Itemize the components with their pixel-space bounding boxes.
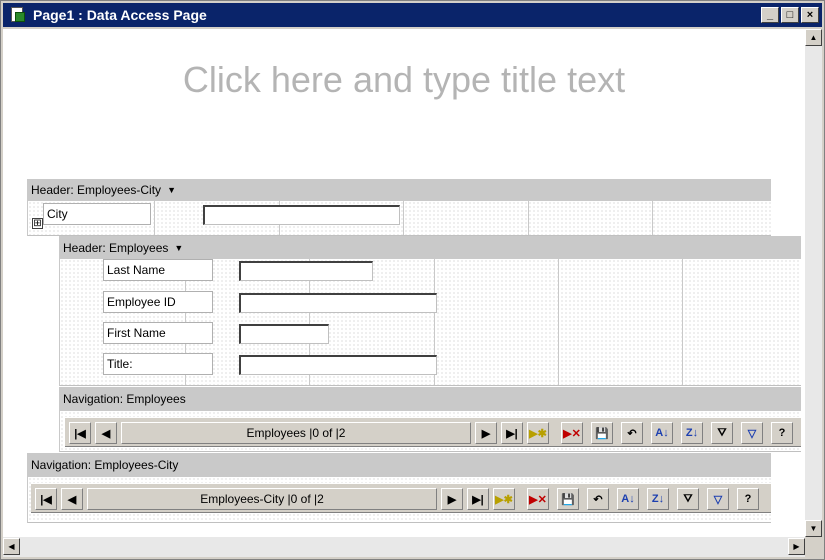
chevron-down-icon[interactable]: ▼ [167, 185, 176, 195]
data-access-page-window: Page1 : Data Access Page _ □ × Click her… [0, 0, 825, 560]
city-label[interactable]: City [43, 203, 151, 225]
previous-record-button[interactable]: ◀ [61, 488, 83, 510]
expand-icon[interactable]: ⊞ [32, 218, 43, 229]
header-employees-city-label: Header: Employees-City [31, 183, 162, 197]
next-record-button[interactable]: ▶ [441, 488, 463, 510]
employee-id-field[interactable] [239, 293, 437, 313]
save-record-button[interactable]: 💾 [591, 422, 613, 444]
scroll-down-button[interactable]: ▼ [805, 520, 822, 537]
save-record-button[interactable]: 💾 [557, 488, 579, 510]
new-record-button[interactable]: ▶✱ [493, 488, 515, 510]
navigation-employees-band[interactable]: Navigation: Employees [59, 387, 801, 411]
page-canvas: Click here and type title text Header: E… [3, 29, 805, 537]
sort-ascending-button[interactable]: A↓ [617, 488, 639, 510]
new-record-button[interactable]: ▶✱ [527, 422, 549, 444]
last-name-label[interactable]: Last Name [103, 259, 213, 281]
vertical-scrollbar[interactable]: ▲ ▼ [805, 29, 822, 537]
city-field[interactable] [203, 205, 400, 225]
employees-record-count: Employees |0 of |2 [121, 422, 471, 444]
scroll-left-button[interactable]: ◀ [3, 538, 20, 555]
toggle-filter-button[interactable]: ▽ [741, 422, 763, 444]
scrollbar-corner [805, 537, 822, 557]
first-record-button[interactable]: |◀ [35, 488, 57, 510]
scroll-up-button[interactable]: ▲ [805, 29, 822, 46]
delete-record-button[interactable]: ▶✕ [561, 422, 583, 444]
horizontal-scrollbar[interactable]: ◀ ▶ [3, 537, 805, 557]
navigation-employees-city-label: Navigation: Employees-City [31, 458, 179, 472]
header-employees-band[interactable]: Header: Employees ▼ [59, 236, 801, 259]
chevron-down-icon[interactable]: ▼ [174, 243, 183, 253]
navigation-employees-label: Navigation: Employees [63, 392, 186, 406]
title-bar[interactable]: Page1 : Data Access Page _ □ × [3, 3, 822, 27]
help-button[interactable]: ? [737, 488, 759, 510]
delete-record-button[interactable]: ▶✕ [527, 488, 549, 510]
help-button[interactable]: ? [771, 422, 793, 444]
maximize-button[interactable]: □ [781, 7, 799, 23]
window-title: Page1 : Data Access Page [33, 7, 207, 23]
last-record-button[interactable]: ▶| [501, 422, 523, 444]
previous-record-button[interactable]: ◀ [95, 422, 117, 444]
header-employees-city-band[interactable]: Header: Employees-City ▼ [27, 179, 771, 201]
employees-city-record-navigator: |◀ ◀ Employees-City |0 of |2 ▶ ▶| ▶✱ ▶✕ … [31, 483, 771, 513]
filter-by-selection-button[interactable]: ⛛ [677, 488, 699, 510]
minimize-button[interactable]: _ [761, 7, 779, 23]
page-title-placeholder[interactable]: Click here and type title text [3, 59, 805, 101]
employees-record-navigator: |◀ ◀ Employees |0 of |2 ▶ ▶| ▶✱ ▶✕ 💾 ↶ A… [65, 417, 801, 447]
employees-city-record-count: Employees-City |0 of |2 [87, 488, 437, 510]
sort-ascending-button[interactable]: A↓ [651, 422, 673, 444]
page-icon [9, 6, 27, 24]
undo-icon[interactable]: ↶ [587, 488, 609, 510]
first-name-label[interactable]: First Name [103, 322, 213, 344]
first-name-field[interactable] [239, 324, 329, 344]
employee-id-label[interactable]: Employee ID [103, 291, 213, 313]
close-button[interactable]: × [801, 7, 819, 23]
title-label[interactable]: Title: [103, 353, 213, 375]
last-record-button[interactable]: ▶| [467, 488, 489, 510]
first-record-button[interactable]: |◀ [69, 422, 91, 444]
sort-descending-button[interactable]: Z↓ [681, 422, 703, 444]
last-name-field[interactable] [239, 261, 373, 281]
scroll-right-button[interactable]: ▶ [788, 538, 805, 555]
title-field[interactable] [239, 355, 437, 375]
next-record-button[interactable]: ▶ [475, 422, 497, 444]
filter-by-selection-button[interactable]: ⛛ [711, 422, 733, 444]
undo-icon[interactable]: ↶ [621, 422, 643, 444]
header-employees-label: Header: Employees [63, 240, 169, 255]
navigation-employees-city-band[interactable]: Navigation: Employees-City [27, 453, 771, 477]
sort-descending-button[interactable]: Z↓ [647, 488, 669, 510]
toggle-filter-button[interactable]: ▽ [707, 488, 729, 510]
